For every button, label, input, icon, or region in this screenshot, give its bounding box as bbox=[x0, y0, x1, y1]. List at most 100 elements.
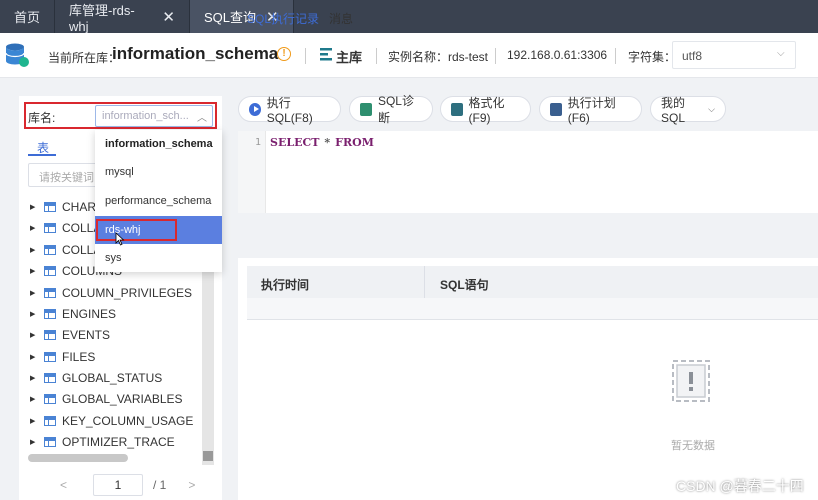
my-sql-label: 我的SQL bbox=[661, 95, 686, 125]
caret-right-icon[interactable]: ▶ bbox=[30, 224, 40, 232]
db-header: 当前所在库： information_schema ! 主库 实例名称：rds-… bbox=[0, 33, 818, 78]
caret-right-icon[interactable]: ▶ bbox=[30, 310, 40, 318]
star-token: * bbox=[324, 136, 331, 149]
table-tree-item[interactable]: ▶ OPTIMIZER_TRACE bbox=[30, 433, 175, 451]
result-table-header bbox=[247, 266, 818, 298]
format-label: 格式化(F9) bbox=[468, 95, 505, 125]
table-icon bbox=[44, 416, 56, 426]
option-highlight bbox=[96, 219, 177, 241]
table-tree-item[interactable]: ▶ CHARA bbox=[30, 198, 104, 216]
table-icon bbox=[44, 266, 56, 276]
table-name: EVENTS bbox=[62, 328, 111, 342]
table-tree-item[interactable]: ▶ GLOBAL_STATUS bbox=[30, 369, 162, 387]
next-page-button[interactable]: > bbox=[188, 478, 195, 492]
db-dropdown: information_schema mysql performance_schem… bbox=[95, 130, 222, 272]
divider bbox=[305, 48, 306, 64]
table-tree-item[interactable]: ▶ COLUMN_PRIVILEGES bbox=[30, 284, 192, 302]
table-tree-item[interactable]: ▶ GLOBAL_VARIABLES bbox=[30, 390, 183, 408]
db-option-information-schema[interactable]: information_schema bbox=[95, 130, 222, 158]
scroll-thumb[interactable] bbox=[203, 451, 213, 461]
search-placeholder: 请按关键词 bbox=[39, 172, 94, 184]
table-name: COLUMN_PRIVILEGES bbox=[62, 286, 193, 300]
charset-value: utf8 bbox=[682, 49, 703, 63]
tab-messages[interactable]: 消息 bbox=[329, 10, 353, 27]
prev-page-button[interactable]: < bbox=[60, 478, 67, 492]
sql-diagnose-button[interactable]: SQL诊断 bbox=[349, 94, 433, 125]
table-icon bbox=[44, 330, 56, 340]
chevron-down-icon: ⌵ bbox=[777, 48, 785, 59]
caret-right-icon[interactable]: ▶ bbox=[30, 267, 40, 275]
empty-data-icon bbox=[672, 360, 710, 402]
tab-db-manage-label: 库管理-rds-whj bbox=[69, 2, 135, 34]
db-option-sys[interactable]: sys bbox=[95, 244, 222, 272]
pagination: < 1 / 1 > bbox=[60, 474, 195, 496]
run-sql-button[interactable]: 执行SQL(F8) bbox=[238, 96, 341, 125]
table-icon bbox=[44, 309, 56, 319]
my-sql-button[interactable]: 我的SQL ⌵ bbox=[650, 95, 726, 125]
plan-label: 执行计划(F6) bbox=[567, 95, 616, 125]
page-input[interactable]: 1 bbox=[93, 474, 144, 496]
caret-right-icon[interactable]: ▶ bbox=[30, 353, 40, 361]
table-tree-item[interactable]: ▶ FILES bbox=[30, 348, 95, 366]
db-select[interactable]: information_sch... ︿ bbox=[95, 105, 213, 127]
table-name: OPTIMIZER_TRACE bbox=[62, 435, 175, 449]
caret-right-icon[interactable]: ▶ bbox=[30, 331, 40, 339]
instance-name: 实例名称：rds-test bbox=[388, 50, 489, 64]
sql-code[interactable]: SELECT * FROM bbox=[270, 136, 374, 149]
master-list-icon bbox=[320, 48, 332, 61]
caret-right-icon[interactable]: ▶ bbox=[30, 417, 40, 425]
tree-hscrollbar[interactable] bbox=[28, 454, 128, 462]
result-table-filter-row bbox=[247, 298, 818, 320]
tab-home[interactable]: 首页 bbox=[0, 0, 55, 33]
explain-plan-button[interactable]: 执行计划(F6) bbox=[539, 95, 642, 125]
table-icon bbox=[44, 437, 56, 447]
diagnose-icon bbox=[360, 102, 372, 116]
current-database: information_schema bbox=[112, 44, 279, 63]
database-logo-icon bbox=[5, 43, 29, 67]
address: 192.168.0.61:3306 bbox=[507, 48, 608, 62]
mouse-cursor-icon bbox=[115, 232, 125, 246]
info-icon[interactable]: ! bbox=[277, 47, 291, 61]
page-total: / 1 bbox=[153, 478, 167, 492]
format-button[interactable]: 格式化(F9) bbox=[440, 95, 531, 125]
column-divider bbox=[424, 266, 425, 298]
empty-text: 暂无数据 bbox=[671, 440, 715, 452]
tab-bar: 首页 库管理-rds-whj ✕ SQL查询 ✕ bbox=[0, 0, 818, 34]
db-option-performance-schema[interactable]: performance_schema bbox=[95, 187, 222, 215]
caret-right-icon[interactable]: ▶ bbox=[30, 203, 40, 211]
chevron-up-icon: ︿ bbox=[197, 113, 207, 124]
role-label: 主库 bbox=[336, 50, 363, 65]
editor-gutter bbox=[238, 131, 266, 213]
caret-right-icon[interactable]: ▶ bbox=[30, 395, 40, 403]
close-icon[interactable]: ✕ bbox=[162, 8, 175, 26]
table-name: FILES bbox=[62, 350, 96, 364]
table-tree-item[interactable]: ▶ COLLA bbox=[30, 241, 101, 259]
table-name: ENGINES bbox=[62, 307, 117, 321]
caret-right-icon[interactable]: ▶ bbox=[30, 374, 40, 382]
table-icon bbox=[44, 202, 56, 212]
tab-home-label: 首页 bbox=[14, 10, 41, 25]
caret-right-icon[interactable]: ▶ bbox=[30, 289, 40, 297]
table-tree-item[interactable]: ▶ EVENTS bbox=[30, 326, 110, 344]
col-sql-statement: SQL语句 bbox=[440, 278, 489, 292]
table-icon bbox=[44, 223, 56, 233]
divider bbox=[495, 48, 496, 64]
db-label: 库名: bbox=[28, 111, 56, 125]
plan-icon bbox=[550, 102, 562, 116]
charset-label: 字符集： bbox=[628, 50, 677, 64]
table-tree-item[interactable]: ▶ ENGINES bbox=[30, 305, 116, 323]
tab-sql-history[interactable]: SQL执行记录 bbox=[247, 10, 319, 27]
db-option-mysql[interactable]: mysql bbox=[95, 158, 222, 186]
table-name: KEY_COLUMN_USAGE bbox=[62, 414, 194, 428]
caret-right-icon[interactable]: ▶ bbox=[30, 438, 40, 446]
table-icon bbox=[44, 245, 56, 255]
table-name: GLOBAL_VARIABLES bbox=[62, 392, 183, 406]
table-tree-item[interactable]: ▶ COLLA bbox=[30, 219, 101, 237]
chevron-down-icon: ⌵ bbox=[708, 103, 715, 114]
diagnose-label: SQL诊断 bbox=[377, 94, 414, 125]
table-icon bbox=[44, 288, 56, 298]
charset-select[interactable]: utf8 ⌵ bbox=[672, 41, 796, 69]
caret-right-icon[interactable]: ▶ bbox=[30, 246, 40, 254]
tab-db-manage[interactable]: 库管理-rds-whj ✕ bbox=[55, 0, 190, 34]
table-tree-item[interactable]: ▶ KEY_COLUMN_USAGE bbox=[30, 412, 193, 430]
